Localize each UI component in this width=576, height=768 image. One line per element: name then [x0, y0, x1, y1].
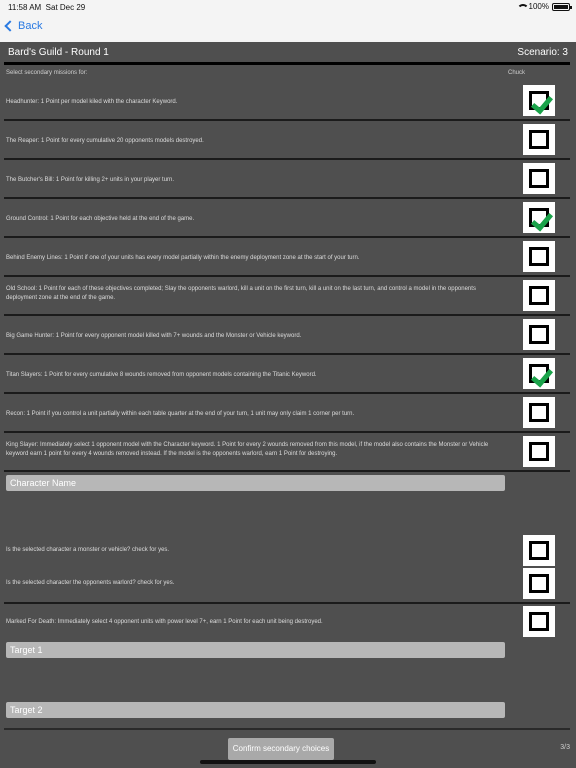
mission-row: Old School: 1 Point for each of these ob…: [0, 277, 576, 316]
battery-icon: [552, 2, 572, 11]
target-2-field[interactable]: Target 2: [6, 702, 505, 718]
mission-checkbox[interactable]: [523, 436, 555, 467]
mission-checkbox[interactable]: [523, 397, 555, 428]
back-button[interactable]: Back: [4, 20, 43, 32]
mission-checkbox[interactable]: [523, 163, 555, 194]
target-1-field[interactable]: Target 1: [6, 642, 505, 658]
page-indicator: 3/3: [560, 744, 570, 751]
mission-row: Headhunter: 1 Point per model kiled with…: [0, 82, 576, 121]
scenario-label: Scenario: 3: [517, 47, 568, 58]
mission-checkbox[interactable]: [523, 241, 555, 272]
battery-percent: 100%: [528, 2, 549, 11]
status-bar: 11:58 AM Sat Dec 29 100%: [0, 0, 576, 14]
mission-text: The Butcher's Bill: 1 Point for killing …: [6, 177, 175, 183]
status-right: 100%: [516, 2, 572, 11]
checkmark-icon: [530, 208, 554, 232]
confirm-secondary-button[interactable]: Confirm secondary choices: [228, 738, 334, 760]
mission-checkbox[interactable]: [523, 319, 555, 350]
mission-text: Headhunter: 1 Point per model kiled with…: [6, 99, 178, 105]
question-row: Is the selected character the opponents …: [0, 568, 576, 600]
mission-text: Old School: 1 Point for each of these ob…: [6, 286, 476, 301]
section-divider: [4, 602, 570, 604]
header-divider: [4, 62, 570, 65]
status-time: 11:58 AM Sat Dec 29: [8, 3, 86, 12]
mission-text: Titan Slayers: 1 Point for every cumulat…: [6, 372, 317, 378]
marked-for-death-checkbox[interactable]: [523, 606, 555, 637]
question-text: Is the selected character the opponents …: [6, 580, 175, 586]
mission-checkbox[interactable]: [523, 124, 555, 155]
chevron-left-icon: [4, 20, 16, 32]
wifi-icon: [516, 3, 529, 11]
round-header: Bard's Guild - Round 1 Scenario: 3: [0, 44, 576, 62]
mission-text: Marked For Death: Immediately select 4 o…: [6, 619, 323, 625]
monster-vehicle-checkbox[interactable]: [523, 535, 555, 566]
mission-row: Behind Enemy Lines: 1 Point if one of yo…: [0, 238, 576, 277]
home-indicator: [200, 760, 376, 764]
subheader: Select secondary missions for: Chuck: [0, 66, 576, 80]
mission-checkbox[interactable]: [523, 202, 555, 233]
mission-row: Titan Slayers: 1 Point for every cumulat…: [0, 355, 576, 394]
mission-checkbox[interactable]: [523, 85, 555, 116]
checkmark-icon: [530, 91, 554, 115]
row-divider: [4, 470, 570, 472]
mission-row: Ground Control: 1 Point for each objecti…: [0, 199, 576, 238]
mission-checkbox[interactable]: [523, 280, 555, 311]
warlord-checkbox[interactable]: [523, 568, 555, 599]
navigation-bar: Back: [0, 14, 576, 42]
mission-row: Big Game Hunter: 1 Point for every oppon…: [0, 316, 576, 355]
mission-text: Recon: 1 Point if you control a unit par…: [6, 411, 355, 417]
mission-text: The Reaper: 1 Point for every cumulative…: [6, 138, 204, 144]
question-text: Is the selected character a monster or v…: [6, 547, 170, 553]
mission-text: Ground Control: 1 Point for each objecti…: [6, 216, 195, 222]
mission-row: The Butcher's Bill: 1 Point for killing …: [0, 160, 576, 199]
mission-row: The Reaper: 1 Point for every cumulative…: [0, 121, 576, 160]
mission-text: King Slayer: Immediately select 1 oppone…: [6, 442, 489, 457]
footer-divider: [4, 728, 570, 730]
mission-text: Behind Enemy Lines: 1 Point if one of yo…: [6, 255, 360, 261]
select-prompt: Select secondary missions for:: [6, 70, 88, 76]
mission-row: King Slayer: Immediately select 1 oppone…: [0, 433, 576, 472]
checkmark-icon: [530, 364, 554, 388]
mission-checkbox[interactable]: [523, 358, 555, 389]
player-name: Chuck: [508, 70, 526, 76]
mission-row-marked-for-death: Marked For Death: Immediately select 4 o…: [0, 606, 576, 640]
page-title: Bard's Guild - Round 1: [8, 47, 109, 58]
back-label: Back: [18, 20, 43, 32]
mission-text: Big Game Hunter: 1 Point for every oppon…: [6, 333, 302, 339]
character-name-field[interactable]: Character Name: [6, 475, 505, 491]
mission-row: Recon: 1 Point if you control a unit par…: [0, 394, 576, 433]
question-row: Is the selected character a monster or v…: [0, 535, 576, 567]
